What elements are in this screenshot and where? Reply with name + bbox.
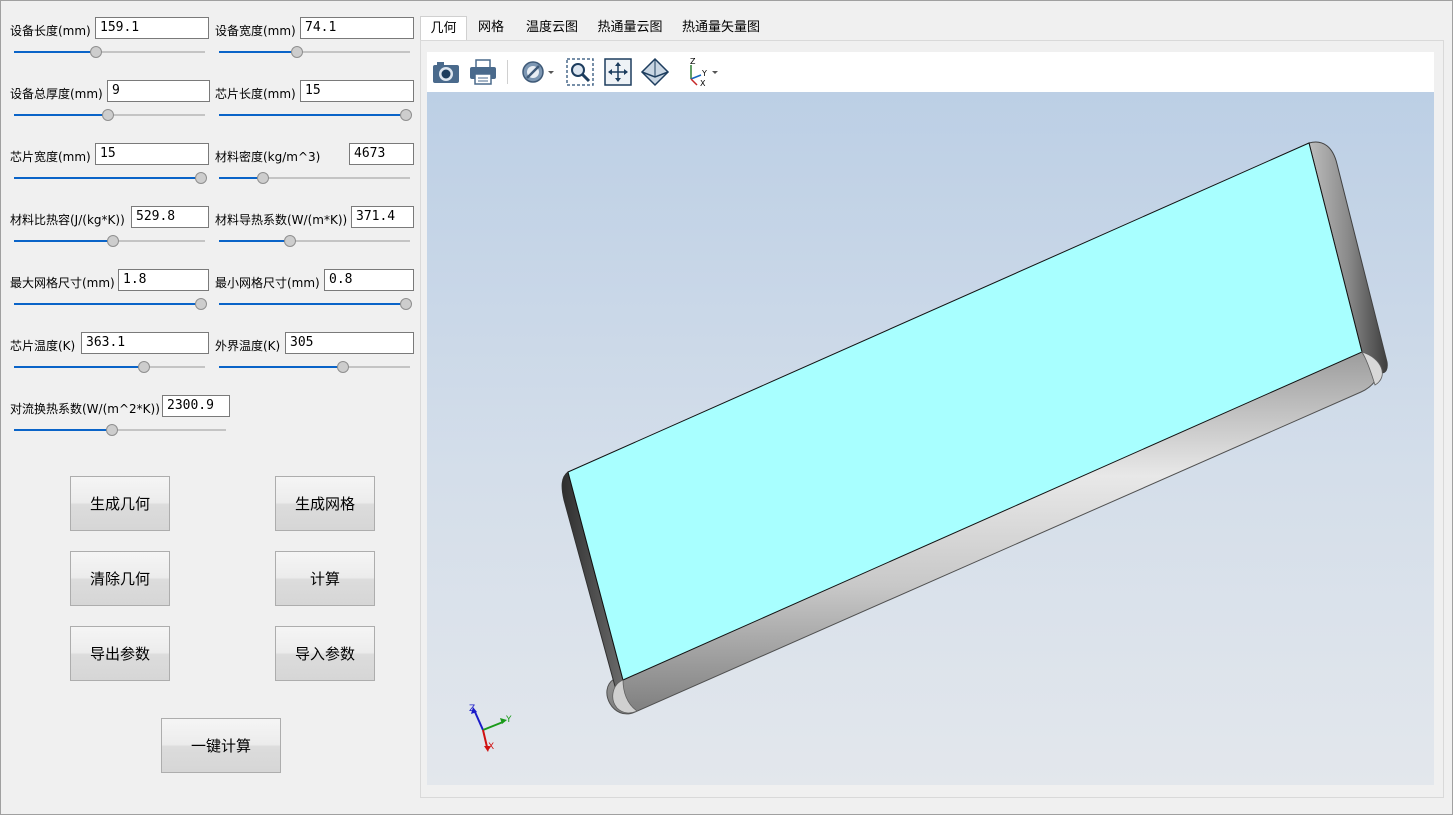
param-slider[interactable] [219, 361, 410, 373]
param-slider[interactable] [219, 46, 410, 58]
generate-mesh-button[interactable]: 生成网格 [275, 476, 375, 531]
param-input[interactable]: 74.1 [300, 17, 414, 39]
param-input[interactable]: 305 [285, 332, 414, 354]
param-input[interactable]: 15 [95, 143, 209, 165]
slider-fill [14, 177, 205, 179]
param-label: 芯片温度(K) [10, 339, 76, 353]
slider-fill [219, 366, 344, 368]
param-input[interactable]: 0.8 [324, 269, 414, 291]
param-input[interactable]: 1.8 [118, 269, 209, 291]
slider-thumb[interactable] [105, 424, 118, 436]
param-label: 芯片宽度(mm) [10, 150, 91, 164]
one-click-compute-button[interactable]: 一键计算 [161, 718, 281, 773]
slider-thumb[interactable] [291, 46, 304, 58]
param-label: 设备宽度(mm) [215, 24, 296, 38]
param-input[interactable]: 371.4 [351, 206, 414, 228]
slider-fill [219, 114, 410, 116]
param-label: 芯片长度(mm) [215, 87, 296, 101]
slider-thumb[interactable] [90, 46, 103, 58]
param-slider[interactable] [14, 298, 207, 310]
tab-geometry[interactable]: 几何 [420, 16, 467, 40]
param-input[interactable]: 4673 [349, 143, 414, 165]
slider-fill [14, 303, 205, 305]
fit-all-icon[interactable] [603, 57, 633, 87]
param-label: 设备长度(mm) [10, 24, 91, 38]
param-input[interactable]: 15 [300, 80, 414, 102]
param-label: 最小网格尺寸(mm) [215, 276, 320, 290]
view-iso-icon[interactable] [640, 57, 670, 87]
slider-thumb[interactable] [137, 361, 150, 373]
param-slider[interactable] [14, 109, 205, 121]
slider-thumb[interactable] [256, 172, 269, 184]
svg-text:Z: Z [690, 57, 696, 66]
param-slider[interactable] [14, 46, 205, 58]
3d-viewport[interactable]: Z Y X [427, 92, 1434, 785]
param-input[interactable]: 2300.9 [162, 395, 230, 417]
viewer-toolbar: Z Y X [427, 52, 1434, 92]
orientation-triad: Z Y X [469, 704, 512, 752]
triad-z-label: Z [469, 704, 475, 714]
slider-fill [219, 240, 290, 242]
param-label: 材料比热容(J/(kg*K)) [10, 213, 125, 227]
slider-fill [14, 366, 144, 368]
toolbar-separator [507, 60, 508, 84]
param-input[interactable]: 9 [107, 80, 210, 102]
param-label: 最大网格尺寸(mm) [10, 276, 115, 290]
param-slider[interactable] [14, 172, 207, 184]
param-slider[interactable] [14, 235, 205, 247]
slider-thumb[interactable] [337, 361, 350, 373]
svg-text:X: X [700, 79, 706, 87]
camera-icon[interactable] [431, 57, 461, 87]
clear-geometry-button[interactable]: 清除几何 [70, 551, 170, 606]
tab-heat-flux-vector[interactable]: 热通量矢量图 [678, 16, 764, 40]
triad-x-label: X [488, 742, 494, 752]
param-slider[interactable] [14, 424, 226, 436]
param-slider[interactable] [219, 235, 410, 247]
param-label: 材料密度(kg/m^3) [215, 150, 321, 164]
slider-thumb[interactable] [400, 109, 412, 121]
axes-orientation-icon[interactable]: Z Y X [683, 57, 721, 88]
tab-temperature-contour[interactable]: 温度云图 [522, 16, 582, 40]
slider-fill [219, 51, 298, 53]
slider-thumb[interactable] [107, 235, 120, 247]
param-label: 对流换热系数(W/(m^2*K)) [10, 402, 160, 416]
import-params-button[interactable]: 导入参数 [275, 626, 375, 681]
zoom-box-icon[interactable] [565, 57, 595, 87]
slider-thumb[interactable] [101, 109, 114, 121]
param-input[interactable]: 363.1 [81, 332, 209, 354]
clip-plane-icon[interactable] [519, 57, 557, 87]
triad-y-label: Y [505, 715, 512, 725]
slider-thumb[interactable] [283, 235, 296, 247]
param-slider[interactable] [219, 172, 410, 184]
tab-mesh[interactable]: 网格 [472, 16, 510, 40]
print-icon[interactable] [468, 57, 498, 87]
param-input[interactable]: 159.1 [95, 17, 209, 39]
param-slider[interactable] [219, 298, 412, 310]
param-slider[interactable] [14, 361, 205, 373]
geometry-model: Z Y X [469, 141, 1388, 752]
tab-heat-flux-contour[interactable]: 热通量云图 [594, 16, 666, 40]
slider-fill [219, 303, 410, 305]
compute-button[interactable]: 计算 [275, 551, 375, 606]
svg-text:Y: Y [701, 69, 707, 78]
param-label: 设备总厚度(mm) [10, 87, 103, 101]
param-label: 材料导热系数(W/(m*K)) [215, 213, 348, 227]
param-input[interactable]: 529.8 [131, 206, 209, 228]
slider-thumb[interactable] [195, 172, 207, 184]
slider-fill [14, 114, 108, 116]
generate-geometry-button[interactable]: 生成几何 [70, 476, 170, 531]
slider-thumb[interactable] [195, 298, 207, 310]
param-label: 外界温度(K) [215, 339, 281, 353]
slider-fill [14, 51, 97, 53]
slider-fill [14, 240, 114, 242]
slider-fill [14, 429, 112, 431]
param-slider[interactable] [219, 109, 412, 121]
export-params-button[interactable]: 导出参数 [70, 626, 170, 681]
slider-thumb[interactable] [400, 298, 412, 310]
